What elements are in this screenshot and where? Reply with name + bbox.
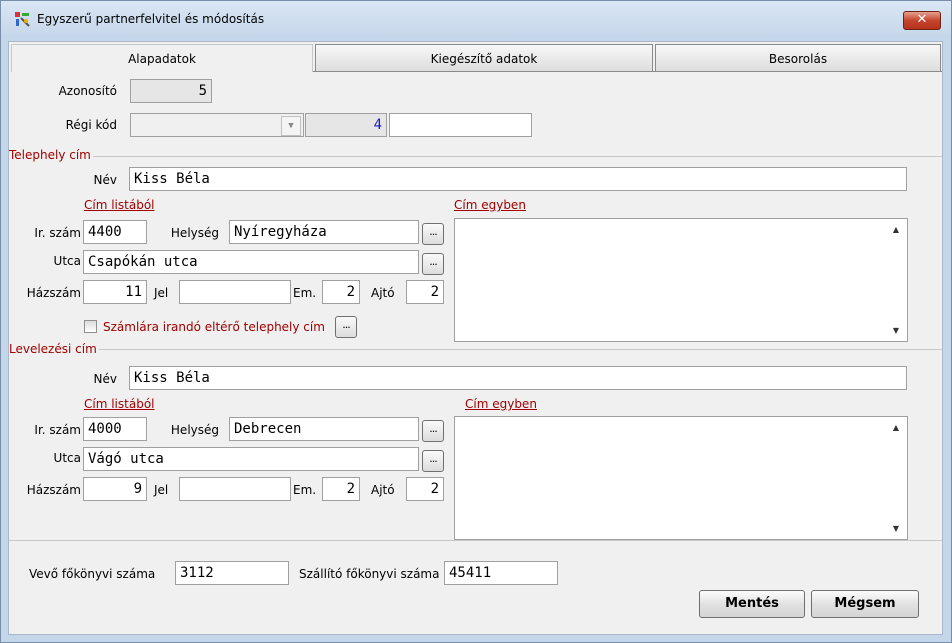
footer-divider bbox=[9, 540, 942, 541]
telephely-irszam-field[interactable]: 4400 bbox=[83, 220, 147, 244]
telephely-section-title: Telephely cím bbox=[9, 148, 93, 162]
levelezesi-cim-egyben-link[interactable]: Cím egyben bbox=[465, 397, 537, 411]
levelezesi-em-label: Em. bbox=[293, 483, 317, 497]
telephely-hazszam-label: Házszám bbox=[26, 286, 81, 300]
levelezesi-jel-field[interactable] bbox=[179, 477, 291, 501]
telephely-helyseg-label: Helység bbox=[170, 226, 219, 240]
tab-divider bbox=[312, 71, 942, 72]
regi-kod-combo[interactable]: ▼ bbox=[130, 113, 304, 137]
levelezesi-helyseg-dots-button[interactable]: ... bbox=[422, 420, 444, 442]
levelezesi-utca-field[interactable]: Vágó utca bbox=[83, 447, 419, 471]
levelezesi-jel-label: Jel bbox=[154, 483, 169, 497]
telephely-nev-label: Név bbox=[93, 173, 117, 187]
levelezesi-cim-listabol-link[interactable]: Cím listából bbox=[84, 397, 155, 411]
telephely-helyseg-dots-button[interactable]: ... bbox=[422, 223, 444, 245]
levelezesi-cim-egyben-textarea[interactable]: ▲ ▼ bbox=[454, 416, 908, 540]
levelezesi-nev-label: Név bbox=[93, 372, 117, 386]
levelezesi-ajto-label: Ajtó bbox=[371, 483, 395, 497]
close-button[interactable]: ✕ bbox=[903, 11, 941, 30]
vevo-fokonyvi-field[interactable]: 3112 bbox=[175, 561, 289, 585]
telephely-utca-label: Utca bbox=[53, 254, 81, 268]
tab-label: Besorolás bbox=[768, 52, 828, 66]
levelezesi-section-title: Levelezési cím bbox=[9, 342, 99, 356]
vevo-fokonyvi-label: Vevő főkönyvi száma bbox=[29, 567, 156, 581]
szallito-fokonyvi-field[interactable]: 45411 bbox=[444, 561, 558, 585]
telephely-utca-field[interactable]: Csapókán utca bbox=[83, 250, 419, 274]
scroll-down-icon[interactable]: ▼ bbox=[893, 326, 899, 335]
tab-label: Kiegészítő adatok bbox=[430, 52, 538, 66]
regi-kod-number-field[interactable]: 4 bbox=[305, 113, 387, 137]
telephely-ajto-field[interactable]: 2 bbox=[406, 280, 444, 304]
telephely-em-field[interactable]: 2 bbox=[322, 280, 360, 304]
chevron-down-icon[interactable]: ▼ bbox=[281, 116, 301, 136]
regi-kod-text-field[interactable] bbox=[389, 113, 532, 137]
azonosito-label: Azonosító bbox=[58, 84, 117, 98]
levelezesi-irszam-label: Ir. szám bbox=[34, 423, 81, 437]
telephely-irszam-label: Ir. szám bbox=[34, 226, 81, 240]
levelezesi-hazszam-field[interactable]: 9 bbox=[83, 477, 147, 501]
levelezesi-hazszam-label: Házszám bbox=[26, 483, 81, 497]
levelezesi-divider bbox=[9, 349, 942, 350]
tab-kiegeszito-adatok[interactable]: Kiegészítő adatok bbox=[315, 44, 653, 72]
window-title: Egyszerű partnerfelvitel és módosítás bbox=[37, 12, 265, 26]
tab-label: Alapadatok bbox=[128, 52, 196, 66]
dialog-window: Egyszerű partnerfelvitel és módosítás ✕ … bbox=[0, 0, 952, 643]
telephely-nev-field[interactable]: Kiss Béla bbox=[129, 167, 907, 191]
szamla-checkbox-label[interactable]: Számlára irandó eltérő telephely cím bbox=[103, 320, 325, 334]
title-bar[interactable]: Egyszerű partnerfelvitel és módosítás ✕ bbox=[1, 1, 951, 35]
telephely-helyseg-field[interactable]: Nyíregyháza bbox=[229, 220, 419, 244]
telephely-ajto-label: Ajtó bbox=[371, 286, 395, 300]
regi-kod-label: Régi kód bbox=[65, 118, 117, 132]
telephely-utca-dots-button[interactable]: ... bbox=[422, 253, 444, 275]
cancel-button[interactable]: Mégsem bbox=[811, 590, 919, 618]
tab-besorolas[interactable]: Besorolás bbox=[655, 44, 941, 72]
telephely-jel-field[interactable] bbox=[179, 280, 291, 304]
telephely-cim-listabol-link[interactable]: Cím listából bbox=[84, 198, 155, 212]
app-tools-icon bbox=[15, 12, 30, 27]
tab-alapadatok[interactable]: Alapadatok bbox=[11, 44, 313, 72]
azonosito-field[interactable]: 5 bbox=[130, 79, 212, 103]
telephely-hazszam-field[interactable]: 11 bbox=[83, 280, 147, 304]
telephely-em-label: Em. bbox=[293, 286, 317, 300]
levelezesi-ajto-field[interactable]: 2 bbox=[406, 477, 444, 501]
szallito-fokonyvi-label: Szállító főkönyvi száma bbox=[299, 567, 440, 581]
telephely-jel-label: Jel bbox=[154, 286, 169, 300]
szamla-dots-button[interactable]: ... bbox=[335, 316, 357, 338]
levelezesi-em-field[interactable]: 2 bbox=[322, 477, 360, 501]
telephely-cim-egyben-textarea[interactable]: ▲ ▼ bbox=[454, 218, 908, 342]
client-area: Alapadatok Kiegészítő adatok Besorolás A… bbox=[8, 41, 943, 635]
levelezesi-nev-field[interactable]: Kiss Béla bbox=[129, 366, 907, 390]
telephely-divider bbox=[9, 156, 942, 157]
levelezesi-irszam-field[interactable]: 4000 bbox=[83, 417, 147, 441]
scroll-up-icon[interactable]: ▲ bbox=[893, 225, 899, 234]
levelezesi-helyseg-label: Helység bbox=[170, 423, 219, 437]
levelezesi-utca-label: Utca bbox=[53, 451, 81, 465]
levelezesi-utca-dots-button[interactable]: ... bbox=[422, 450, 444, 472]
close-icon: ✕ bbox=[916, 12, 928, 27]
levelezesi-helyseg-field[interactable]: Debrecen bbox=[229, 417, 419, 441]
szamla-checkbox[interactable] bbox=[84, 320, 97, 333]
scroll-up-icon[interactable]: ▲ bbox=[893, 423, 899, 432]
scroll-down-icon[interactable]: ▼ bbox=[893, 524, 899, 533]
telephely-cim-egyben-link[interactable]: Cím egyben bbox=[454, 198, 526, 212]
save-button[interactable]: Mentés bbox=[699, 590, 805, 618]
